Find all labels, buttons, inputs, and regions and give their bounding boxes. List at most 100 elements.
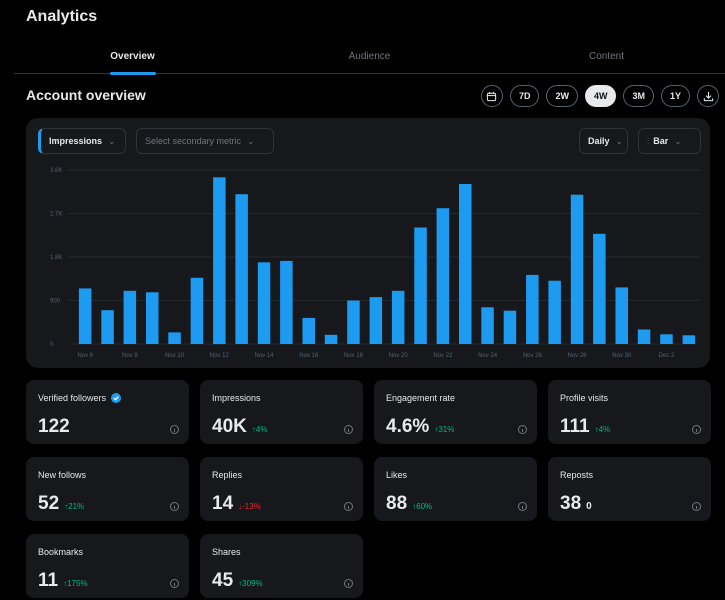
range-2w-button[interactable]: 2W [546, 85, 578, 107]
chart-bar[interactable] [593, 233, 606, 344]
stat-value: 14 ↓-13% [212, 493, 261, 515]
primary-metric-dropdown[interactable]: Impressions ⌄ [38, 128, 126, 154]
chart-bar[interactable] [526, 274, 539, 344]
info-icon[interactable] [344, 579, 353, 588]
x-tick-label: Nov 18 [344, 353, 364, 359]
secondary-metric-dropdown[interactable]: Select secondary metric ⌄ [136, 128, 274, 154]
stat-value-text: 4.6% [386, 416, 430, 437]
tab-bar: Overview Audience Content [14, 40, 725, 75]
chart-bar[interactable] [78, 288, 92, 344]
info-icon[interactable] [518, 502, 527, 511]
stat-card[interactable]: Likes 88 ↑60% [374, 457, 537, 521]
stat-card[interactable]: Verified followers 122 [26, 380, 189, 444]
chart-bar[interactable] [436, 208, 450, 344]
stat-label-text: Reposts [560, 470, 594, 480]
chart-bar[interactable] [101, 310, 114, 344]
stat-label-text: New follows [38, 470, 87, 480]
stat-card[interactable]: Impressions 40K ↑4% [200, 380, 363, 444]
tab-overview-label: Overview [110, 51, 155, 62]
chart-card: Impressions ⌄ Select secondary metric ⌄ Da… [26, 118, 710, 368]
stat-value: 38 0 [560, 493, 592, 515]
chart-bar[interactable] [369, 297, 383, 344]
interval-dropdown[interactable]: Daily ⌄ [579, 128, 628, 154]
stat-label: Verified followers [38, 393, 122, 403]
chart-bar[interactable] [190, 277, 204, 344]
chart-bar[interactable] [302, 317, 316, 344]
tab-content[interactable]: Content [488, 40, 725, 74]
calendar-button[interactable] [480, 85, 503, 107]
chart-bar[interactable] [637, 329, 651, 345]
tab-overview[interactable]: Overview [14, 40, 251, 75]
stat-label: Shares [212, 547, 241, 557]
stat-value: 4.6% ↑31% [386, 416, 454, 438]
x-tick-label: Nov 22 [433, 353, 453, 359]
stat-label: Replies [212, 470, 242, 480]
interval-value: Daily [588, 136, 610, 146]
chart-bar[interactable] [213, 177, 226, 345]
stat-card[interactable]: Engagement rate 4.6% ↑31% [374, 380, 537, 444]
chart-bar[interactable] [660, 334, 673, 344]
x-tick-label: Nov 8 [122, 353, 138, 359]
chevron-down-icon: ⌄ [247, 136, 255, 146]
chart-bar[interactable] [257, 262, 271, 344]
stat-value-text: 38 [560, 493, 582, 514]
x-tick-label: Nov 12 [210, 353, 230, 359]
info-icon[interactable] [692, 502, 701, 511]
info-icon[interactable] [170, 579, 179, 588]
impressions-bar-chart: 0 900 1.8K 2.7K 3.6K Nov 6 Nov 8 Nov 10 Nov 12 No… [50, 168, 700, 359]
stat-label: Likes [386, 470, 407, 480]
page-title: Analytics [26, 8, 98, 25]
info-icon[interactable] [344, 502, 353, 511]
stat-label-text: Likes [386, 470, 408, 480]
stat-label-text: Replies [212, 470, 243, 480]
chart-bar[interactable] [414, 227, 427, 345]
stat-value-text: 14 [212, 493, 234, 514]
chart-bar[interactable] [324, 334, 338, 344]
chart-bar[interactable] [570, 194, 584, 344]
chart-bar[interactable] [459, 184, 472, 344]
stat-delta: ↑4% [594, 425, 611, 434]
y-tick-label: 900 [50, 299, 61, 305]
chart-bar[interactable] [391, 290, 405, 344]
chart-bar[interactable] [682, 335, 696, 344]
chart-bar[interactable] [347, 300, 360, 345]
analytics-page: Analytics Overview Audience Content Acco… [14, 0, 725, 600]
range-4w-button[interactable]: 4W [584, 85, 617, 107]
chart-bar[interactable] [168, 332, 181, 344]
chart-bar[interactable] [280, 260, 293, 344]
chart-bar[interactable] [503, 310, 517, 344]
tab-audience[interactable]: Audience [251, 40, 488, 74]
chart-type-dropdown[interactable]: ⫶ Bar ⌄ [638, 128, 701, 154]
stat-card[interactable]: New follows 52 ↑21% [26, 457, 189, 521]
stat-delta: ↑175% [63, 579, 88, 588]
chart-bar[interactable] [481, 307, 494, 344]
stat-card[interactable]: Replies 14 ↓-13% [200, 457, 363, 521]
info-icon[interactable] [344, 425, 353, 434]
range-3m-button[interactable]: 3M [623, 85, 654, 107]
chart-bar[interactable] [235, 194, 248, 344]
chart-bar[interactable] [123, 290, 137, 344]
stat-label: Impressions [212, 393, 261, 403]
chevron-down-icon: ⌄ [108, 136, 116, 146]
chart-bar[interactable] [548, 280, 561, 344]
x-tick-label: Nov 16 [299, 353, 319, 359]
chart-bar[interactable] [146, 292, 159, 344]
stat-label-text: Bookmarks [38, 547, 84, 557]
tab-audience-label: Audience [348, 51, 391, 62]
chart-bar[interactable] [615, 287, 629, 344]
range-7d-button[interactable]: 7D [509, 85, 540, 107]
stat-card[interactable]: Shares 45 ↑309% [200, 534, 363, 598]
info-icon[interactable] [692, 425, 701, 434]
info-icon[interactable] [170, 425, 179, 434]
info-icon[interactable] [518, 425, 527, 434]
range-1y-button[interactable]: 1Y [660, 85, 690, 107]
x-tick-label: Nov 30 [612, 353, 632, 359]
info-icon[interactable] [170, 502, 179, 511]
stat-value: 88 ↑60% [386, 493, 432, 515]
export-button[interactable] [697, 85, 719, 107]
section-title: Account overview [26, 87, 146, 103]
stat-card[interactable]: Bookmarks 11 ↑175% [26, 534, 189, 598]
stat-card[interactable]: Profile visits 111 ↑4% [548, 380, 711, 444]
stat-card[interactable]: Reposts 38 0 [548, 457, 711, 521]
stat-label-text: Engagement rate [386, 393, 456, 403]
